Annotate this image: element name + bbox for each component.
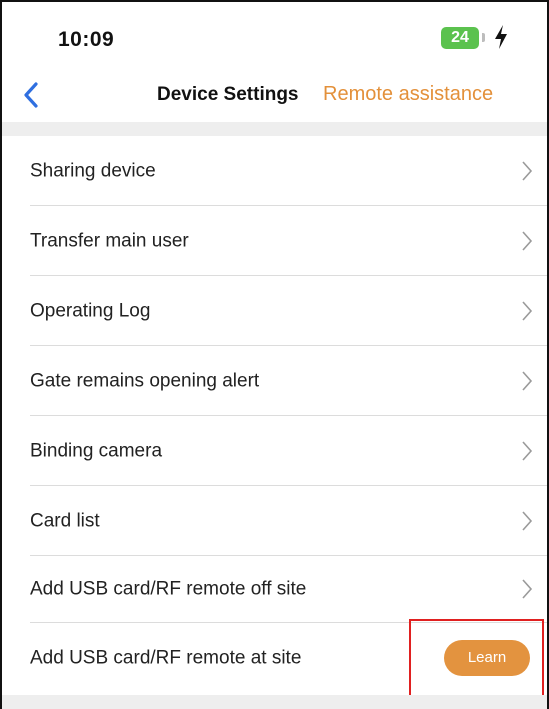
remote-assistance-link[interactable]: Remote assistance [323,83,493,106]
chevron-right-icon [522,510,533,531]
list-item-label: Binding camera [30,440,163,461]
settings-list: Sharing device Transfer main user Operat… [2,136,547,693]
list-item-transfer-main-user[interactable]: Transfer main user [30,206,547,276]
section-separator [2,122,547,136]
status-bar: 10:09 24 [0,0,549,72]
list-item-sharing-device[interactable]: Sharing device [30,136,547,206]
battery-indicator: 24 [441,27,479,49]
list-item-gate-opening-alert[interactable]: Gate remains opening alert [30,346,547,416]
list-item-operating-log[interactable]: Operating Log [30,276,547,346]
chevron-right-icon [522,370,533,391]
chevron-right-icon [522,230,533,251]
lightning-bolt-icon [495,25,507,49]
navigation-bar: Device Settings Remote assistance [0,72,549,122]
page-title: Device Settings [157,84,299,105]
chevron-right-icon [522,160,533,181]
list-item-label: Add USB card/RF remote off site [30,578,307,600]
list-item-label: Gate remains opening alert [30,370,260,391]
chevron-left-icon[interactable] [20,80,44,110]
status-time: 10:09 [58,28,115,51]
list-item-label: Sharing device [30,160,156,181]
list-item-label: Transfer main user [30,230,189,251]
learn-button[interactable]: Learn [444,640,530,676]
list-item-card-list[interactable]: Card list [30,486,547,556]
list-item-add-remote-off-site[interactable]: Add USB card/RF remote off site [30,556,547,623]
battery-cap [482,33,485,42]
list-item-label: Operating Log [30,300,151,321]
list-item-label: Card list [30,510,100,531]
chevron-right-icon [522,579,533,599]
list-item-add-remote-at-site: Add USB card/RF remote at site Learn [30,623,547,693]
chevron-right-icon [522,300,533,321]
chevron-right-icon [522,440,533,461]
list-item-label: Add USB card/RF remote at site [30,647,302,669]
bottom-separator [2,695,547,709]
list-item-binding-camera[interactable]: Binding camera [30,416,547,486]
